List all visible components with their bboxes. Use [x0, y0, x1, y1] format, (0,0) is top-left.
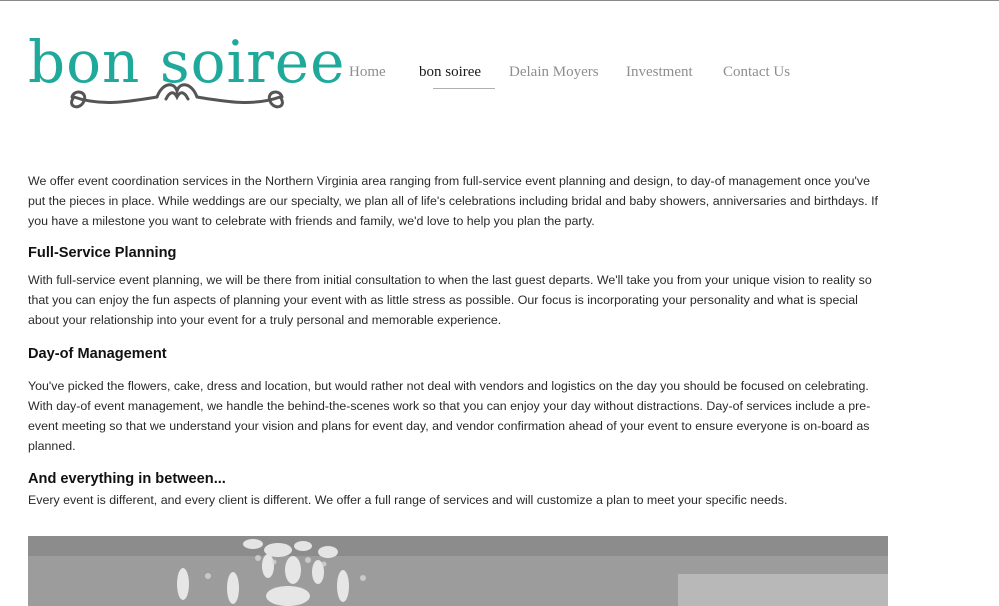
intro-text: We offer event coordination services in … — [28, 174, 878, 228]
nav-home[interactable]: Home — [349, 64, 419, 81]
site-logo[interactable]: bon soiree — [28, 25, 344, 117]
section-heading-everything: And everything in between... — [28, 471, 226, 487]
main-content: We offer event coordination services in … — [28, 171, 890, 510]
scroll-flourish-icon — [70, 83, 284, 109]
section-heading-full-service: Full-Service Planning — [28, 245, 177, 261]
nav-contact-us[interactable]: Contact Us — [723, 64, 790, 81]
nav-bon-soiree[interactable]: bon soiree — [419, 64, 509, 89]
section-body-everything: Every event is different, and every clie… — [28, 493, 788, 507]
chandelier-photo — [28, 536, 888, 606]
nav-delain-moyers[interactable]: Delain Moyers — [509, 64, 626, 81]
nav-investment[interactable]: Investment — [626, 64, 723, 81]
section-body-day-of: You've picked the flowers, cake, dress a… — [28, 379, 871, 453]
main-nav: Home bon soiree Delain Moyers Investment… — [349, 64, 790, 89]
section-heading-day-of: Day-of Management — [28, 346, 167, 362]
section-body-full-service: With full-service event planning, we wil… — [28, 273, 872, 327]
